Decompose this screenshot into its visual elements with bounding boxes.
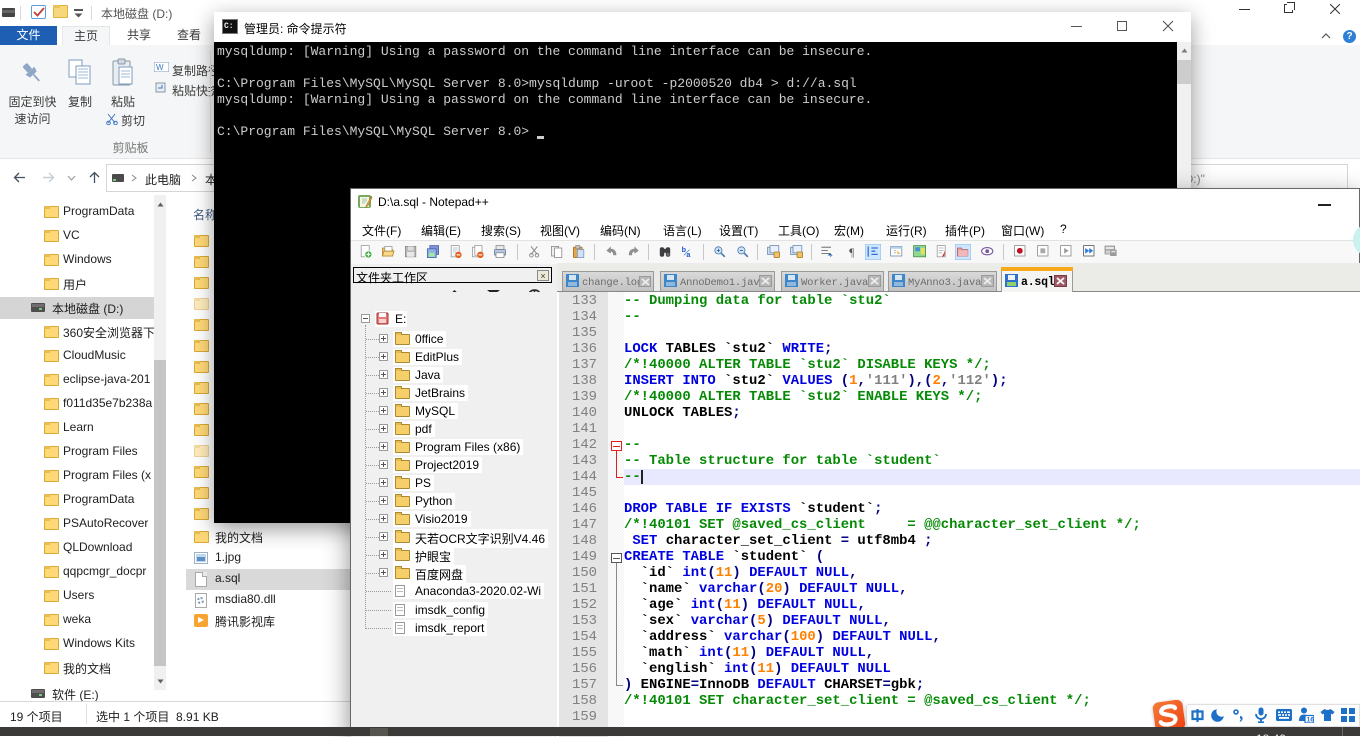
svg-text:a: a [686,250,691,259]
svg-text:¶: ¶ [849,247,854,259]
svg-text:16: 16 [1307,717,1314,723]
svg-text:W: W [156,63,164,72]
